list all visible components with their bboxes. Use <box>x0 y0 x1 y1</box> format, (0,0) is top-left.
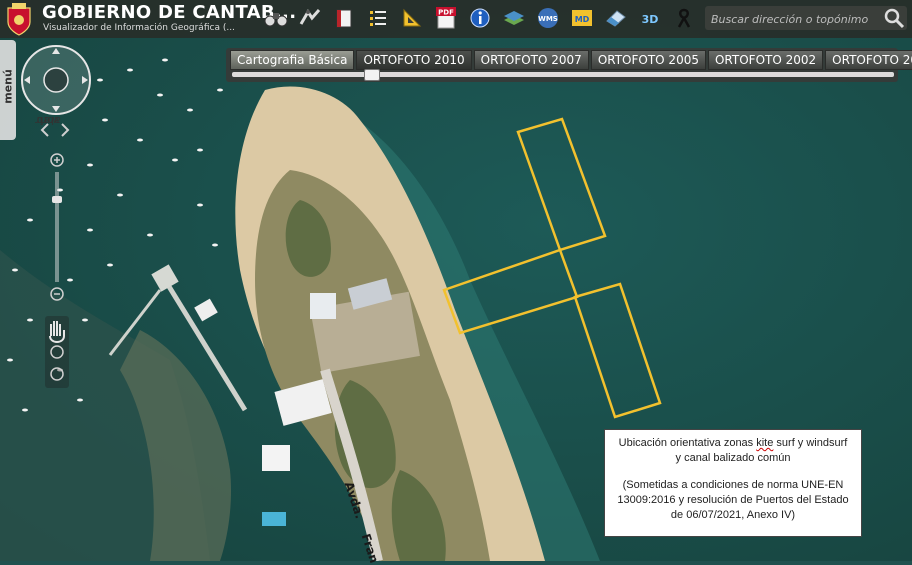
building-1 <box>310 293 336 319</box>
layers-icon[interactable] <box>500 4 528 32</box>
layer-opacity-slider[interactable] <box>232 69 894 81</box>
3d-icon-label: 3D <box>642 13 659 26</box>
open-web-menu-tab[interactable]: abrir menú web <box>0 40 61 140</box>
search-input[interactable] <box>709 8 883 30</box>
list-icon[interactable] <box>364 4 392 32</box>
mourning-ribbon-icon[interactable] <box>670 4 698 32</box>
pan-control[interactable] <box>18 42 94 118</box>
info-line-1: Ubicación orientativa zonas kite surf y … <box>613 436 853 451</box>
rotate-left-icon[interactable] <box>40 123 49 137</box>
zoom-thumb[interactable] <box>52 196 62 203</box>
info-line-1-pre: Ubicación orientativa zonas <box>618 437 757 449</box>
search-box <box>705 6 907 30</box>
pdf-icon[interactable]: PDF <box>432 4 460 32</box>
pool <box>262 512 286 526</box>
rotate-right-icon[interactable] <box>61 123 70 137</box>
tab-ortofoto-2002[interactable]: ORTOFOTO 2002 <box>707 50 824 70</box>
metadata-icon-label: MD <box>575 15 590 24</box>
info-line-2: y canal balizado común <box>675 452 791 464</box>
side-tab-bold: menú <box>1 69 15 104</box>
3d-view-icon[interactable]: 3D <box>636 4 664 32</box>
search-icon[interactable] <box>883 7 905 29</box>
cantabria-coat-of-arms-icon <box>7 3 31 36</box>
tab-cartografia-basica[interactable]: Cartografia Básica <box>230 50 355 70</box>
info-annotation-box: Ubicación orientativa zonas kite surf y … <box>604 429 862 537</box>
tab-ortofoto-2005[interactable]: ORTOFOTO 2005 <box>590 50 706 70</box>
wms-icon[interactable]: WMS <box>534 4 562 32</box>
info-line-1-post: surf y windsurf <box>773 437 848 449</box>
info-icon[interactable] <box>466 4 494 32</box>
metadata-icon[interactable]: MD <box>568 4 596 32</box>
zoom-track[interactable] <box>55 172 59 282</box>
info-line-4: 13009:2016 y resolución de Puertos del E… <box>617 494 849 506</box>
toolbar-icons: PDF WMS MD 3D <box>262 4 698 32</box>
book-icon[interactable] <box>330 4 358 32</box>
app-subtitle: Visualizador de Información Geográfica (… <box>43 23 235 33</box>
tab-ortofoto-2007[interactable]: ORTOFOTO 2007 <box>473 50 589 70</box>
measure-icon[interactable] <box>296 4 324 32</box>
base-layer-switcher: Cartografia Básica ORTOFOTO 2010 ORTOFOT… <box>226 48 912 82</box>
rotate-controls <box>40 123 70 137</box>
info-line-1-kite: kite <box>756 437 774 449</box>
pdf-icon-label: PDF <box>438 9 454 17</box>
wms-icon-label: WMS <box>538 15 558 23</box>
layer-slider-thumb[interactable] <box>364 69 381 81</box>
building-4 <box>262 445 290 471</box>
zoom-slider[interactable] <box>42 150 72 390</box>
layer-tabs: Cartografia Básica ORTOFOTO 2010 ORTOFOT… <box>230 50 912 70</box>
app-title: GOBIERNO DE CANTAB... <box>42 2 297 23</box>
set-square-icon[interactable] <box>398 4 426 32</box>
tab-ortofoto-2001[interactable]: ORTOFOTO 2001 <box>825 50 912 70</box>
info-line-3: (Sometidas a condiciones de norma UNE-EN <box>622 479 844 491</box>
tab-ortofoto-2010[interactable]: ORTOFOTO 2010 <box>356 50 472 70</box>
eraser-icon[interactable] <box>602 4 630 32</box>
info-line-5: de 06/07/2021, Anexo IV) <box>670 509 796 521</box>
globe-icon[interactable] <box>43 67 69 93</box>
binoculars-icon[interactable] <box>262 4 290 32</box>
top-toolbar: GOBIERNO DE CANTAB... Visualizador de In… <box>0 0 912 38</box>
